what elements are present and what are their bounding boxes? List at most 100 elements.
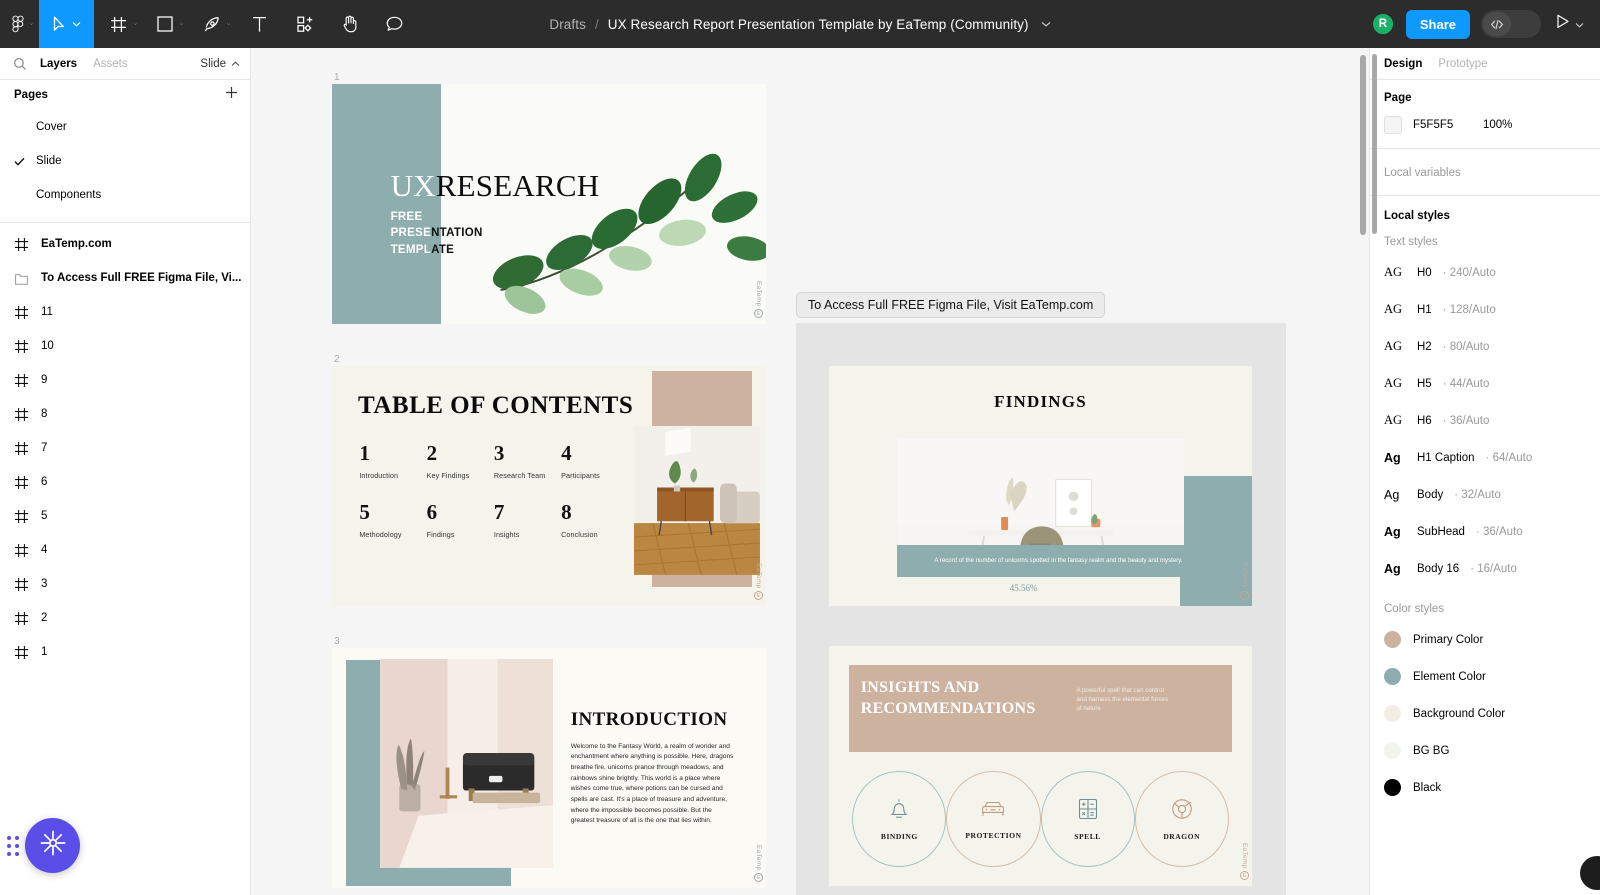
text-style-row[interactable]: Ag SubHead · 36/Auto [1370,513,1600,550]
plugin-launcher-button[interactable] [25,818,80,873]
slide-introduction[interactable]: INTRODUCTION Welcome to the Fantasy Worl… [332,648,766,888]
slide-findings[interactable]: FINDINGS [829,366,1252,606]
canvas-viewport[interactable]: 1 UXRESEARCH FREE PRESENTATION [251,48,1369,895]
avatar[interactable]: R [1371,12,1395,36]
layer-row[interactable]: 6 [0,465,250,499]
toc-item[interactable]: 6Findings [427,502,494,539]
layer-row[interactable]: To Access Full FREE Figma File, Vi... [0,261,250,295]
page-item-components[interactable]: Components [0,178,250,212]
layer-label: EaTemp.com [41,238,112,250]
layer-row[interactable]: 4 [0,533,250,567]
intro-title: INTRODUCTION [571,709,728,731]
text-tool-button[interactable] [236,0,283,48]
tab-design[interactable]: Design [1384,58,1422,70]
page-color-swatch[interactable] [1384,116,1402,134]
layer-row[interactable]: 1 [0,635,250,669]
hand-tool-button[interactable] [328,0,372,48]
page-selector[interactable]: Slide [200,58,240,70]
color-style-row[interactable]: Element Color [1370,658,1600,695]
color-style-row[interactable]: Background Color [1370,695,1600,732]
local-variables-section[interactable]: Local variables [1370,149,1600,196]
present-button[interactable] [1552,14,1588,34]
page-color-hex[interactable]: F5F5F5 [1413,119,1483,131]
insights-card[interactable]: PROTECTION [946,771,1040,867]
right-panel-scrollbar[interactable] [1372,54,1377,234]
breadcrumb-drafts[interactable]: Drafts [549,17,586,32]
text-style-meta: · 64/Auto [1486,452,1533,464]
move-tool-caret[interactable] [72,0,94,48]
toc-item[interactable]: 8 Conclusion [561,502,628,539]
layer-row[interactable]: 8 [0,397,250,431]
findings-percent: 45.56% [829,583,1218,593]
insights-card-label: DRAGON [1163,832,1200,841]
shape-tool-button[interactable] [143,0,180,48]
color-style-row[interactable]: BG BG [1370,732,1600,769]
toc-item-number: 8 [561,502,628,523]
layer-row[interactable]: 5 [0,499,250,533]
toc-item[interactable]: 3Research Team [494,443,561,480]
toc-item[interactable]: 4Participants [561,443,628,480]
text-style-row[interactable]: AG H6 · 36/Auto [1370,402,1600,439]
insights-card[interactable]: BINDING [852,771,946,867]
shape-tool-caret[interactable] [180,0,189,48]
present-chevron-down-icon[interactable] [1575,15,1584,33]
page-selector-label: Slide [200,58,226,70]
text-style-row[interactable]: AG H0 · 240/Auto [1370,254,1600,291]
tab-prototype[interactable]: Prototype [1438,58,1487,70]
toc-item[interactable]: 7Insights [494,502,561,539]
insights-card[interactable]: SPELL [1041,771,1135,867]
figma-menu-button[interactable] [0,0,30,48]
insights-card[interactable]: DRAGON [1135,771,1229,867]
page-item-slide[interactable]: Slide [0,144,250,178]
comment-tool-button[interactable] [372,0,417,48]
color-style-row[interactable]: Black [1370,769,1600,806]
dev-mode-toggle[interactable] [1481,10,1541,38]
text-style-row[interactable]: Ag Body 16 · 16/Auto [1370,550,1600,587]
frame-tool-caret[interactable] [134,0,143,48]
tab-layers[interactable]: Layers [40,58,77,70]
toc-item[interactable]: 1Introduction [359,443,426,480]
text-style-row[interactable]: AG H5 · 44/Auto [1370,365,1600,402]
toc-item[interactable]: 2Key Findings [427,443,494,480]
share-button[interactable]: Share [1406,10,1470,39]
layer-row[interactable]: 11 [0,295,250,329]
tab-assets[interactable]: Assets [93,58,128,70]
eatemp-access-label[interactable]: To Access Full FREE Figma File, Visit Ea… [796,292,1105,318]
components-tool-button[interactable] [283,0,328,48]
slide-table-of-contents[interactable]: TABLE OF CONTENTS 1Introduction 2Key Fin… [332,366,766,606]
page-color-opacity[interactable]: 100% [1483,119,1512,131]
layer-label: 6 [41,476,47,488]
cover-title-ux: UX [391,168,436,203]
slide-insights[interactable]: INSIGHTS AND RECOMMENDATIONS A powerful … [829,646,1252,886]
pen-tool-button[interactable] [189,0,227,48]
layer-row[interactable]: 3 [0,567,250,601]
layer-row[interactable]: EaTemp.com [0,227,250,261]
color-style-row[interactable]: Primary Color [1370,621,1600,658]
text-style-row[interactable]: AG H2 · 80/Auto [1370,328,1600,365]
drag-handle[interactable] [3,831,23,861]
toc-item-label: Conclusion [561,530,628,539]
frame-tool-button[interactable] [94,0,134,48]
pen-tool-caret[interactable] [227,0,236,48]
findings-caption-band: A record of the number of unicorns spott… [897,545,1221,577]
canvas-vertical-scrollbar[interactable] [1360,55,1366,235]
layer-row[interactable]: 10 [0,329,250,363]
slide-cover[interactable]: UXRESEARCH FREE PRESENTATION TEMPLATE Ea… [332,84,766,324]
layer-row[interactable]: 2 [0,601,250,635]
text-style-row[interactable]: Ag H1 Caption · 64/Auto [1370,439,1600,476]
layer-row[interactable]: 9 [0,363,250,397]
move-tool-button[interactable] [39,0,72,48]
file-menu-chevron-down-icon[interactable] [1041,21,1051,27]
page-background-row[interactable]: F5F5F5 100% [1384,116,1586,134]
frame-icon [14,339,29,354]
toc-item[interactable]: 5Methodology [359,502,426,539]
layer-row[interactable]: 7 [0,431,250,465]
search-icon[interactable] [12,56,28,72]
page-item-cover[interactable]: Cover [0,110,250,144]
text-style-row[interactable]: Ag Body · 32/Auto [1370,476,1600,513]
text-style-row[interactable]: AG H1 · 128/Auto [1370,291,1600,328]
figma-menu-caret[interactable] [30,0,39,48]
floating-edge-widget[interactable] [1580,856,1600,890]
page-title[interactable]: UX Research Report Presentation Template… [608,17,1029,32]
plus-icon[interactable] [225,86,238,104]
